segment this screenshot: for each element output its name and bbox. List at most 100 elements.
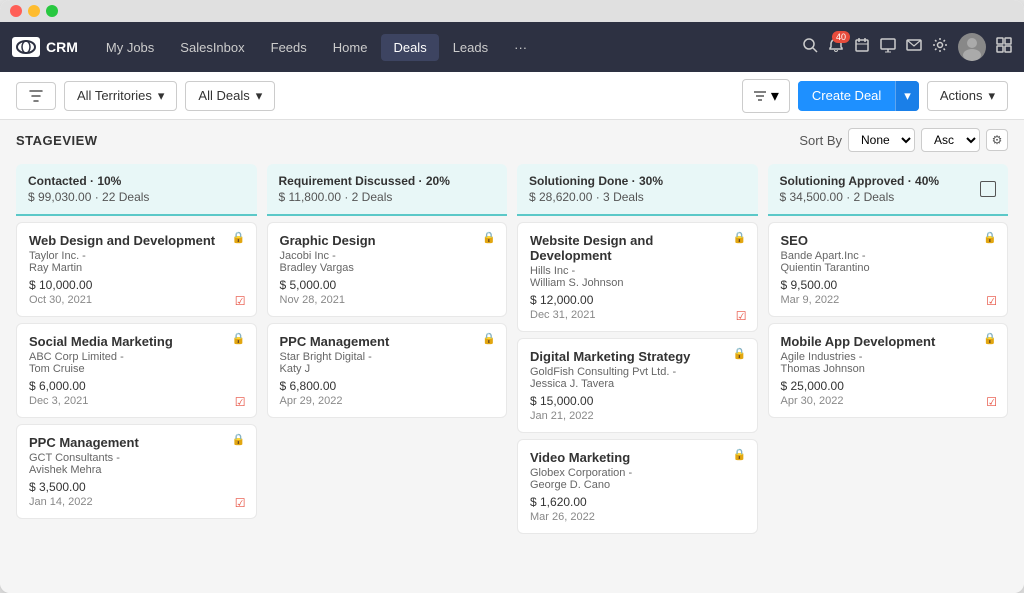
sort-settings-button[interactable]: ⚙	[986, 129, 1008, 151]
sort-controls: Sort By None Asc ⚙	[799, 128, 1008, 152]
toolbar-right: ▾ Create Deal ▾ Actions ▾	[742, 79, 1008, 113]
check-icon: ☑	[736, 309, 747, 323]
lock-icon: 🔒	[983, 332, 997, 345]
card-company: Jacobi Inc -	[280, 250, 495, 262]
card-contact: Bradley Vargas	[280, 262, 495, 274]
card-date: Apr 30, 2022	[781, 395, 996, 407]
card-contact: Tom Cruise	[29, 363, 244, 375]
table-row[interactable]: Digital Marketing Strategy 🔒 GoldFish Co…	[517, 338, 758, 433]
maximize-button[interactable]	[46, 5, 58, 17]
check-icon: ☑	[235, 395, 246, 409]
col-checkbox-3[interactable]	[980, 181, 996, 197]
table-row[interactable]: Video Marketing 🔒 Globex Corporation - G…	[517, 439, 758, 534]
search-icon[interactable]	[802, 37, 818, 58]
card-company: ABC Corp Limited -	[29, 351, 244, 363]
card-amount: $ 6,000.00	[29, 379, 244, 393]
toolbar: All Territories ▾ All Deals ▾ ▾ Create D…	[0, 72, 1024, 120]
deals-dropdown[interactable]: All Deals ▾	[185, 81, 275, 111]
table-row[interactable]: Mobile App Development 🔒 Agile Industrie…	[768, 323, 1009, 418]
col-subtitle-0: $ 99,030.00 · 22 Deals	[28, 190, 245, 204]
avatar[interactable]	[958, 33, 986, 61]
lock-icon: 🔒	[482, 231, 496, 244]
nav-item-leads[interactable]: Leads	[441, 34, 500, 61]
nav-logo[interactable]: CRM	[12, 37, 78, 57]
check-icon: ☑	[235, 496, 246, 510]
calendar-icon[interactable]	[854, 37, 870, 58]
col-subtitle-1: $ 11,800.00 · 2 Deals	[279, 190, 496, 204]
table-row[interactable]: PPC Management 🔒 GCT Consultants - Avish…	[16, 424, 257, 519]
nav-item-deals[interactable]: Deals	[381, 34, 438, 61]
column-0: Contacted · 10% $ 99,030.00 · 22 Deals W…	[16, 164, 257, 585]
nav-item-home[interactable]: Home	[321, 34, 380, 61]
board: Contacted · 10% $ 99,030.00 · 22 Deals W…	[0, 156, 1024, 593]
nav-item-salesinbox[interactable]: SalesInbox	[168, 34, 256, 61]
lock-icon: 🔒	[482, 332, 496, 345]
card-amount: $ 5,000.00	[280, 278, 495, 292]
card-title: Mobile App Development	[781, 334, 996, 349]
create-deal-button[interactable]: Create Deal ▾	[798, 81, 919, 111]
check-icon: ☑	[986, 294, 997, 308]
card-date: Apr 29, 2022	[280, 395, 495, 407]
table-row[interactable]: Social Media Marketing 🔒 ABC Corp Limite…	[16, 323, 257, 418]
card-amount: $ 15,000.00	[530, 394, 745, 408]
lock-icon: 🔒	[733, 347, 747, 360]
table-row[interactable]: Web Design and Development 🔒 Taylor Inc.…	[16, 222, 257, 317]
stageview-bar: STAGEVIEW Sort By None Asc ⚙	[0, 120, 1024, 156]
card-title: PPC Management	[29, 435, 244, 450]
grid-icon[interactable]	[996, 37, 1012, 58]
actions-button[interactable]: Actions ▾	[927, 81, 1008, 111]
sort-filter-button[interactable]: ▾	[742, 79, 790, 113]
sort-none-select[interactable]: None	[848, 128, 915, 152]
lock-icon: 🔒	[733, 448, 747, 461]
card-company: Taylor Inc. -	[29, 250, 244, 262]
col-title-0: Contacted · 10%	[28, 174, 245, 188]
column-3: Solutioning Approved · 40% $ 34,500.00 ·…	[768, 164, 1009, 585]
monitor-icon[interactable]	[880, 37, 896, 58]
lock-icon: 🔒	[232, 433, 246, 446]
title-bar	[0, 0, 1024, 22]
stageview-label: STAGEVIEW	[16, 133, 98, 148]
sort-asc-select[interactable]: Asc	[921, 128, 980, 152]
col-subtitle-2: $ 28,620.00 · 3 Deals	[529, 190, 746, 204]
card-amount: $ 9,500.00	[781, 278, 996, 292]
col-header-0: Contacted · 10% $ 99,030.00 · 22 Deals	[16, 164, 257, 216]
card-date: Dec 3, 2021	[29, 395, 244, 407]
nav-item-more[interactable]: ···	[502, 34, 539, 61]
territory-chevron: ▾	[158, 88, 165, 104]
card-contact: Ray Martin	[29, 262, 244, 274]
actions-label: Actions	[940, 88, 983, 103]
card-contact: George D. Cano	[530, 479, 745, 491]
card-title: SEO	[781, 233, 996, 248]
card-contact: Avishek Mehra	[29, 464, 244, 476]
settings-icon[interactable]	[932, 37, 948, 58]
table-row[interactable]: PPC Management 🔒 Star Bright Digital - K…	[267, 323, 508, 418]
minimize-button[interactable]	[28, 5, 40, 17]
nav-item-feeds[interactable]: Feeds	[259, 34, 319, 61]
col-header-1: Requirement Discussed · 20% $ 11,800.00 …	[267, 164, 508, 216]
lock-icon: 🔒	[733, 231, 747, 244]
card-amount: $ 25,000.00	[781, 379, 996, 393]
col-header-3: Solutioning Approved · 40% $ 34,500.00 ·…	[768, 164, 1009, 216]
card-title: Social Media Marketing	[29, 334, 244, 349]
table-row[interactable]: SEO 🔒 Bande Apart.Inc - Quientin Taranti…	[768, 222, 1009, 317]
check-icon: ☑	[235, 294, 246, 308]
table-row[interactable]: Graphic Design 🔒 Jacobi Inc - Bradley Va…	[267, 222, 508, 317]
sort-by-label: Sort By	[799, 133, 842, 148]
card-company: Globex Corporation -	[530, 467, 745, 479]
table-row[interactable]: Website Design and Development 🔒 Hills I…	[517, 222, 758, 332]
close-button[interactable]	[10, 5, 22, 17]
card-date: Oct 30, 2021	[29, 294, 244, 306]
filter-button[interactable]	[16, 82, 56, 110]
mail-icon[interactable]	[906, 37, 922, 58]
column-2: Solutioning Done · 30% $ 28,620.00 · 3 D…	[517, 164, 758, 585]
app-window: CRM My Jobs SalesInbox Feeds Home Deals …	[0, 0, 1024, 593]
create-deal-arrow[interactable]: ▾	[895, 81, 919, 111]
nav-right: 40	[802, 33, 1012, 61]
sort-chevron: ▾	[771, 86, 779, 106]
territory-dropdown[interactable]: All Territories ▾	[64, 81, 177, 111]
notification-icon[interactable]: 40	[828, 37, 844, 58]
card-amount: $ 6,800.00	[280, 379, 495, 393]
navbar: CRM My Jobs SalesInbox Feeds Home Deals …	[0, 22, 1024, 72]
card-date: Jan 21, 2022	[530, 410, 745, 422]
nav-item-myjobs[interactable]: My Jobs	[94, 34, 166, 61]
